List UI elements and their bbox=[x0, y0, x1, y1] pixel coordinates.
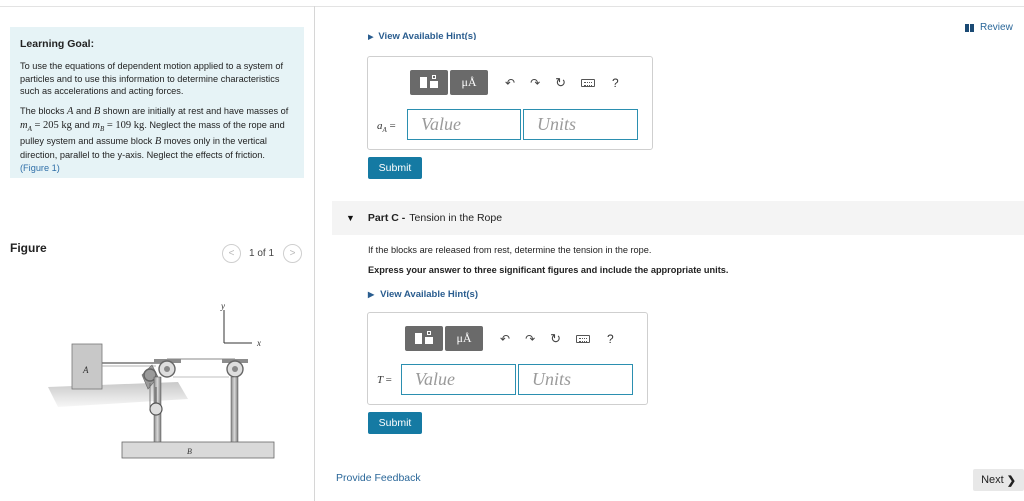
answer-toolbar-b: μÅ ↶ ↷ ↻ ? bbox=[410, 70, 619, 95]
undo-icon[interactable]: ↶ bbox=[505, 76, 515, 90]
hint-link-c[interactable]: ▶ View Available Hint(s) bbox=[368, 289, 478, 300]
keyboard-icon[interactable] bbox=[576, 334, 591, 343]
part-c-title: Tension in the Rope bbox=[409, 212, 503, 224]
value-input-b[interactable]: Value bbox=[407, 109, 521, 140]
reset-icon[interactable]: ↻ bbox=[550, 331, 561, 347]
chevron-left-icon[interactable]: < bbox=[222, 243, 241, 263]
hint-link-cut[interactable]: ▶ View Available Hint(s) bbox=[368, 30, 476, 40]
learning-goal-title: Learning Goal: bbox=[20, 38, 95, 50]
caret-down-icon: ▼ bbox=[346, 213, 355, 223]
part-c-question: If the blocks are released from rest, de… bbox=[368, 245, 652, 255]
units-icon[interactable]: μÅ bbox=[450, 70, 488, 95]
table-surface bbox=[48, 382, 188, 407]
submit-button-b[interactable]: Submit bbox=[368, 157, 422, 179]
template-icon[interactable] bbox=[410, 70, 448, 95]
learning-goal-intro: To use the equations of dependent motion… bbox=[20, 61, 284, 97]
axis-x-label: x bbox=[256, 338, 261, 348]
submit-button-c[interactable]: Submit bbox=[368, 412, 422, 434]
help-icon[interactable]: ? bbox=[612, 76, 619, 90]
block-b-label: B bbox=[187, 447, 192, 456]
column-divider bbox=[314, 6, 315, 501]
units-input-b[interactable]: Units bbox=[523, 109, 638, 140]
block-b bbox=[121, 441, 275, 459]
pager-text: 1 of 1 bbox=[249, 247, 275, 259]
top-divider bbox=[0, 6, 1024, 7]
figure-pager: < 1 of 1 > bbox=[222, 243, 303, 263]
units-input-c[interactable]: Units bbox=[518, 364, 633, 395]
redo-icon[interactable]: ↷ bbox=[530, 76, 540, 90]
template-icon[interactable] bbox=[405, 326, 443, 351]
part-c-instruction: Express your answer to three significant… bbox=[368, 265, 729, 275]
variable-label-b: aA = bbox=[377, 120, 396, 135]
learning-goal-panel: Learning Goal: To use the equations of d… bbox=[10, 27, 304, 178]
figure-title: Figure bbox=[10, 241, 47, 255]
chevron-right-icon[interactable]: > bbox=[283, 243, 303, 263]
next-button[interactable]: Next ❯ bbox=[973, 469, 1024, 491]
chevron-right-icon: ❯ bbox=[1006, 474, 1016, 487]
part-c-label: Part C - bbox=[367, 212, 406, 224]
keyboard-icon[interactable] bbox=[581, 78, 596, 87]
variable-label-c: T = bbox=[377, 374, 392, 386]
block-a-label: A bbox=[82, 365, 89, 375]
undo-icon[interactable]: ↶ bbox=[500, 332, 510, 346]
review-link[interactable]: Review bbox=[965, 22, 1013, 33]
figure-link[interactable]: (Figure 1) bbox=[20, 163, 60, 173]
provide-feedback-link[interactable]: Provide Feedback bbox=[336, 472, 421, 484]
value-input-c[interactable]: Value bbox=[401, 364, 516, 395]
part-c-header[interactable]: ▼ Part C - Tension in the Rope bbox=[332, 201, 1024, 235]
review-icon bbox=[965, 23, 975, 32]
help-icon[interactable]: ? bbox=[607, 332, 614, 346]
pulley-figure: A B y x bbox=[48, 301, 275, 459]
reset-icon[interactable]: ↻ bbox=[555, 75, 566, 91]
axis-y-label: y bbox=[220, 301, 225, 311]
units-icon[interactable]: μÅ bbox=[445, 326, 483, 351]
problem-statement: The blocks A and B shown are initially a… bbox=[20, 106, 289, 173]
answer-toolbar-c: μÅ ↶ ↷ ↻ ? bbox=[405, 326, 614, 351]
redo-icon[interactable]: ↷ bbox=[525, 332, 535, 346]
